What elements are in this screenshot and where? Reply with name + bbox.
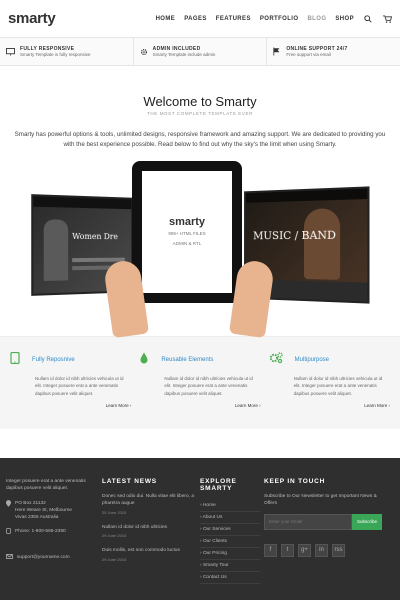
feature-subtitle: Smarty Template include admin — [152, 52, 216, 57]
monitor-icon — [6, 43, 15, 61]
mobile-icon — [10, 351, 20, 369]
explore-link-services[interactable]: › Our Services — [200, 524, 260, 536]
nav-pages[interactable]: PAGES — [184, 16, 207, 22]
news-item[interactable]: Duis mollis, est non commodo luctus 29 J… — [102, 547, 196, 561]
footer-contact: Integer posuere erat a ante venenatis da… — [4, 478, 100, 600]
footer-subscribe: KEEP IN TOUCH Subscribe to Our Newslette… — [262, 478, 384, 600]
site-logo[interactable]: smarty — [8, 10, 56, 27]
linkedin-icon[interactable]: in — [315, 543, 328, 557]
feature-responsive: FULLY RESPONSIVE Smarty Template is full… — [0, 38, 134, 65]
footer-email[interactable]: support@yourname.com — [6, 553, 98, 562]
nav-shop[interactable]: SHOP — [335, 16, 354, 22]
footer-about: Integer posuere erat a ante venenatis da… — [6, 479, 86, 492]
services-section: Fully Reposnive Nullam id dolor id nibh … — [0, 336, 400, 430]
explore-link-tour[interactable]: › Smarty Tour — [200, 560, 260, 572]
footer-explore: EXPLORE SMARTY › Home › About Us › Our S… — [198, 478, 262, 600]
site-footer: Integer posuere erat a ante venenatis da… — [0, 458, 400, 600]
search-icon[interactable] — [363, 14, 373, 24]
footer-address: PO Box 21132 Here Weare St, Melbourne Vi… — [6, 500, 98, 522]
service-text: Nullam id dolor id nibh ultricies vehicu… — [293, 376, 383, 396]
learn-more-link[interactable]: Learn More › — [269, 403, 390, 408]
email-input[interactable] — [264, 513, 352, 530]
tablet-screen: smarty 999+ HTML FILES ADMIN & RTL — [142, 171, 232, 294]
news-item[interactable]: Nullam id dolor id nibh ultricies 29 Jun… — [102, 524, 196, 538]
gear-icon — [140, 43, 148, 61]
tablet-line-1: 999+ HTML FILES — [168, 231, 206, 237]
drop-icon — [139, 351, 149, 369]
feature-support: ONLINE SUPPORT 24/7 Free support via ema… — [267, 38, 400, 65]
left-screen-text: Women Dre — [72, 232, 118, 242]
rss-icon[interactable]: rss — [332, 543, 345, 557]
service-title: Fully Reposnive — [32, 357, 75, 364]
features-strip: FULLY RESPONSIVE Smarty Template is full… — [0, 38, 400, 66]
welcome-title: Welcome to Smarty — [143, 94, 257, 109]
service-title: Multipurpose — [294, 357, 330, 364]
gears-icon — [269, 351, 283, 369]
footer-phone: Phone: 1-800-565-2390 — [6, 528, 98, 537]
cart-icon[interactable] — [382, 14, 392, 24]
welcome-section: Welcome to Smarty THE MOST COMPLETE TEMP… — [0, 66, 400, 149]
service-multipurpose: Multipurpose Nullam id dolor id nibh ult… — [265, 351, 394, 429]
nav-features[interactable]: FEATURES — [216, 16, 251, 22]
learn-more-link[interactable]: Learn More › — [10, 403, 132, 408]
tablet-brand: smarty — [168, 216, 206, 229]
learn-more-link[interactable]: Learn More › — [139, 403, 261, 408]
facebook-icon[interactable]: f — [264, 543, 277, 557]
explore-link-home[interactable]: › Home — [200, 500, 260, 512]
explore-link-pricing[interactable]: › Our Pricing — [200, 548, 260, 560]
feature-subtitle: Free support via email — [286, 52, 331, 57]
phone-icon — [6, 528, 11, 537]
email-text: support@yourname.com — [17, 554, 70, 560]
map-pin-icon — [6, 500, 11, 522]
service-text: Nullam id dolor id nibh ultricies vehicu… — [35, 376, 124, 396]
nav-home[interactable]: HOME — [156, 16, 176, 22]
explore-link-about[interactable]: › About Us — [200, 512, 260, 524]
hero-image: Women Dre MUSIC / BAND smarty 999+ HTML … — [0, 161, 400, 339]
tablet-line-2: ADMIN & RTL — [172, 241, 202, 247]
mail-icon — [6, 553, 13, 562]
touch-text: Subscribe to Our Newsletter to get Impor… — [264, 494, 377, 507]
news-heading: LATEST NEWS — [102, 478, 157, 485]
right-screen-text: MUSIC / BAND — [253, 228, 337, 243]
subscribe-button[interactable]: Subscribe — [352, 513, 382, 530]
news-item[interactable]: Donec sed odio dui. Nulla vitae elit lib… — [102, 493, 196, 515]
subscribe-form: Subscribe — [264, 513, 382, 530]
feature-subtitle: Smarty Template is fully responsive — [20, 52, 91, 57]
main-nav: HOME PAGES FEATURES PORTFOLIO BLOG SHOP — [156, 14, 392, 24]
service-responsive: Fully Reposnive Nullam id dolor id nibh … — [6, 351, 135, 429]
footer-news: LATEST NEWS Donec sed odio dui. Nulla vi… — [100, 478, 198, 600]
service-reusable: Reusable Elements Nullam id dolor id nib… — [135, 351, 264, 429]
site-header: smarty HOME PAGES FEATURES PORTFOLIO BLO… — [0, 0, 400, 38]
explore-heading: EXPLORE SMARTY — [200, 478, 237, 492]
welcome-intro: Smarty has powerful options & tools, unl… — [14, 131, 386, 148]
nav-portfolio[interactable]: PORTFOLIO — [260, 16, 299, 22]
service-text: Nullam id dolor id nibh ultricies vehicu… — [164, 376, 253, 396]
explore-link-clients[interactable]: › Our Clients — [200, 536, 260, 548]
google-plus-icon[interactable]: g+ — [298, 543, 311, 557]
touch-heading: KEEP IN TOUCH — [264, 478, 326, 485]
feature-admin: ADMIN INCLUDED Smarty Template include a… — [134, 38, 268, 65]
phone-text: Phone: 1-800-565-2390 — [15, 529, 66, 535]
address-text: PO Box 21132 Here Weare St, Melbourne Vi… — [15, 500, 72, 521]
flag-icon — [273, 43, 281, 61]
explore-link-contact[interactable]: › Contact Us — [200, 572, 260, 584]
twitter-icon[interactable]: t — [281, 543, 294, 557]
nav-blog[interactable]: BLOG — [307, 16, 326, 22]
tablet-device: smarty 999+ HTML FILES ADMIN & RTL — [132, 161, 242, 304]
service-title: Reusable Elements — [161, 357, 214, 364]
social-icons: f t g+ in rss — [264, 543, 382, 557]
